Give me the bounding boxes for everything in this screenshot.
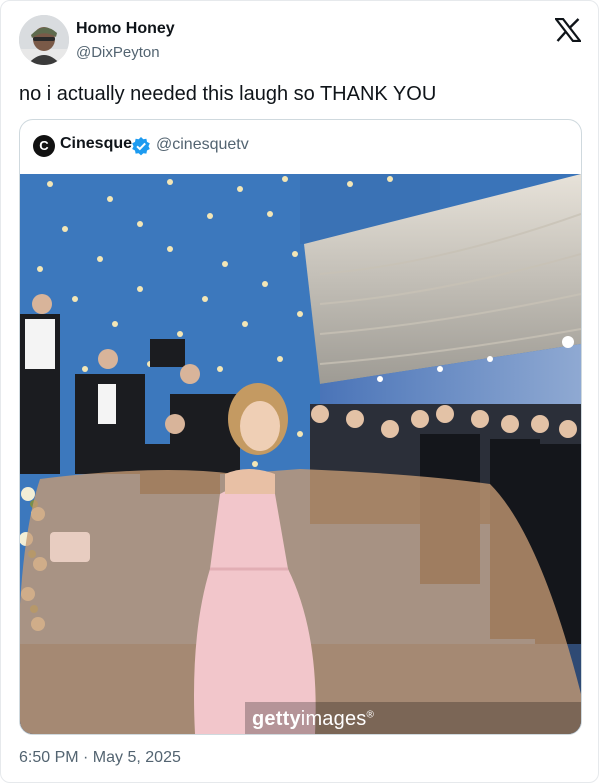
watermark-mark: ® — [366, 709, 375, 721]
getty-watermark: gettyimages® — [252, 708, 374, 731]
red-carpet-photo — [20, 174, 581, 734]
watermark-bold: getty — [252, 708, 301, 730]
avatar[interactable] — [19, 15, 69, 65]
quoted-author-handle[interactable]: @cinesquetv — [156, 136, 249, 154]
quoted-tweet[interactable]: C Cinesque @cinesquetv gettyimages® — [19, 119, 582, 735]
watermark-light: images — [300, 708, 367, 730]
x-logo-icon[interactable] — [553, 17, 583, 43]
tweet-card: Homo Honey @DixPeyton no i actually need… — [0, 0, 599, 783]
tweet-timestamp[interactable]: 6:50 PM · May 5, 2025 — [19, 749, 181, 767]
quoted-author-name[interactable]: Cinesque — [60, 135, 132, 153]
tweet-text: no i actually needed this laugh so THANK… — [19, 83, 437, 105]
avatar-image — [19, 15, 69, 65]
author-display-name[interactable]: Homo Honey — [76, 20, 175, 38]
author-handle[interactable]: @DixPeyton — [76, 44, 160, 61]
quoted-photo[interactable]: gettyimages® — [20, 174, 581, 734]
quoted-author-logo[interactable]: C — [33, 135, 55, 157]
verified-badge-icon — [131, 136, 151, 156]
